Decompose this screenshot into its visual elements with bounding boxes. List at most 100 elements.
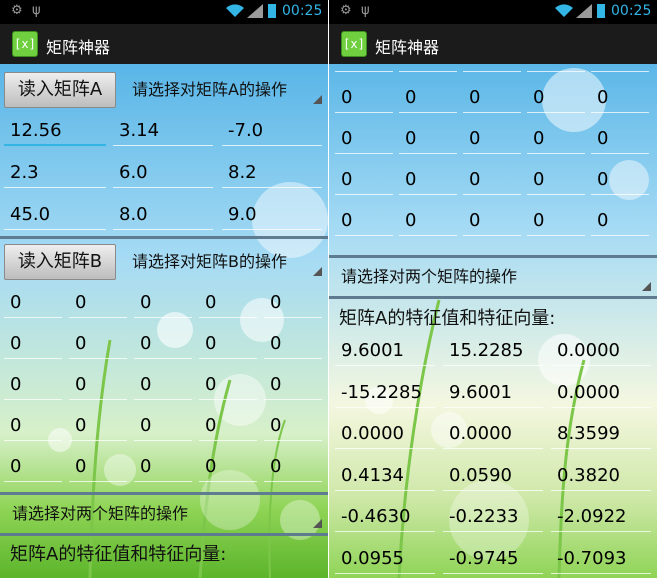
section-divider bbox=[0, 533, 328, 536]
matrix-b-cell[interactable]: 0 bbox=[399, 83, 457, 113]
result-label: 矩阵A的特征值和特征向量: bbox=[339, 308, 556, 329]
result-cell[interactable]: 0.0000 bbox=[551, 378, 651, 408]
matrix-b-cell[interactable]: 0 bbox=[69, 288, 127, 318]
matrix-b-cell[interactable]: 0 bbox=[335, 165, 393, 195]
matrix-b-cell[interactable]: 0 bbox=[399, 206, 457, 236]
matrix-b-cell[interactable]: 0 bbox=[264, 452, 322, 482]
result-cell[interactable]: 9.6001 bbox=[443, 378, 543, 408]
result-cell[interactable]: 9.6001 bbox=[335, 336, 435, 366]
matrix-b-cell[interactable]: 0 bbox=[527, 206, 585, 236]
matrix-b-cell[interactable]: 0 bbox=[199, 411, 257, 441]
matrix-b-cell[interactable]: 0 bbox=[4, 452, 62, 482]
matrix-a-op-spinner[interactable]: 请选择对矩阵A的操作 bbox=[128, 73, 324, 107]
two-matrix-op-spinner[interactable]: 请选择对两个矩阵的操作 bbox=[333, 260, 653, 294]
matrix-b-cell[interactable]: 0 bbox=[134, 370, 192, 400]
matrix-b-cell[interactable]: 0 bbox=[264, 329, 322, 359]
scroll-content[interactable]: 0000000000000000000000000 请选择对两个矩阵的操作 矩阵… bbox=[329, 64, 657, 578]
matrix-b-cell[interactable]: 0 bbox=[264, 288, 322, 318]
matrix-b-cell[interactable]: 0 bbox=[527, 64, 585, 72]
status-time: 00:25 bbox=[611, 3, 652, 19]
matrix-b-cell[interactable]: 0 bbox=[134, 411, 192, 441]
matrix-b-cell[interactable]: 0 bbox=[335, 83, 393, 113]
matrix-b-cell[interactable]: 0 bbox=[463, 64, 521, 72]
matrix-b-cell[interactable]: 0 bbox=[69, 411, 127, 441]
result-cell[interactable]: 0.0000 bbox=[335, 419, 435, 449]
matrix-b-cell[interactable]: 0 bbox=[527, 83, 585, 113]
matrix-b-cell[interactable]: 0 bbox=[4, 288, 62, 318]
matrix-b-cell[interactable]: 0 bbox=[399, 165, 457, 195]
matrix-a-cell[interactable]: 8.0 bbox=[113, 200, 213, 230]
result-cell[interactable]: 0.4134 bbox=[335, 461, 435, 491]
matrix-b-cell[interactable]: 0 bbox=[399, 64, 457, 72]
matrix-a-cell[interactable]: 9.0 bbox=[222, 200, 322, 230]
matrix-b-cell[interactable]: 0 bbox=[134, 452, 192, 482]
spinner-arrow-icon bbox=[642, 282, 651, 291]
matrix-a-cell[interactable]: 6.0 bbox=[113, 158, 213, 188]
spinner-arrow-icon bbox=[313, 95, 322, 104]
matrix-a-cell[interactable]: -7.0 bbox=[222, 116, 322, 146]
result-cell[interactable]: 15.2285 bbox=[443, 336, 543, 366]
load-matrix-a-button[interactable]: 读入矩阵A bbox=[4, 72, 116, 108]
matrix-a-cell[interactable]: 8.2 bbox=[222, 158, 322, 188]
matrix-b-cell[interactable]: 0 bbox=[4, 411, 62, 441]
matrix-b-op-spinner[interactable]: 请选择对矩阵B的操作 bbox=[128, 245, 324, 279]
matrix-b-cell[interactable]: 0 bbox=[69, 329, 127, 359]
matrix-b-cell[interactable]: 0 bbox=[264, 370, 322, 400]
result-cell[interactable]: 0.0000 bbox=[551, 336, 651, 366]
matrix-b-cell[interactable]: 0 bbox=[199, 329, 257, 359]
result-cell[interactable]: -0.2233 bbox=[443, 502, 543, 532]
matrix-b-cell[interactable]: 0 bbox=[4, 370, 62, 400]
status-bar: ⚙ ψ 00:25 bbox=[0, 0, 328, 24]
result-cell[interactable]: -2.0922 bbox=[551, 502, 651, 532]
signal-icon bbox=[576, 4, 592, 18]
matrix-b-cell[interactable]: 0 bbox=[591, 64, 649, 72]
matrix-b-cell[interactable]: 0 bbox=[335, 206, 393, 236]
result-cell[interactable]: -0.7093 bbox=[551, 544, 651, 574]
app-icon: [x] bbox=[341, 31, 367, 57]
matrix-b-cell[interactable]: 0 bbox=[199, 370, 257, 400]
action-bar: [x] 矩阵神器 bbox=[0, 24, 328, 64]
matrix-b-cell[interactable]: 0 bbox=[591, 83, 649, 113]
matrix-b-cell[interactable]: 0 bbox=[527, 165, 585, 195]
matrix-b-cell[interactable]: 0 bbox=[527, 124, 585, 154]
matrix-a-cell[interactable]: 2.3 bbox=[4, 158, 106, 188]
result-cell[interactable]: 8.3599 bbox=[551, 419, 651, 449]
screen-right: ⚙ ψ 00:25 [x] 矩阵神器 000000000000000000000… bbox=[329, 0, 657, 578]
result-cell[interactable]: 0.0955 bbox=[335, 544, 435, 574]
result-cell[interactable]: -15.2285 bbox=[335, 378, 435, 408]
matrix-b-cell[interactable]: 0 bbox=[463, 124, 521, 154]
load-matrix-b-button[interactable]: 读入矩阵B bbox=[4, 244, 116, 280]
matrix-b-cell[interactable]: 0 bbox=[134, 329, 192, 359]
matrix-b-cell[interactable]: 0 bbox=[134, 288, 192, 318]
result-cell[interactable]: 0.3820 bbox=[551, 461, 651, 491]
matrix-b-cell[interactable]: 0 bbox=[264, 411, 322, 441]
two-matrix-op-spinner[interactable]: 请选择对两个矩阵的操作 bbox=[4, 497, 324, 531]
matrix-b-op-placeholder: 请选择对矩阵B的操作 bbox=[132, 252, 287, 271]
status-time: 00:25 bbox=[282, 3, 323, 19]
matrix-b-cell[interactable]: 0 bbox=[4, 329, 62, 359]
result-cell[interactable]: -0.4630 bbox=[335, 502, 435, 532]
screen-left: ⚙ ψ 00:25 [x] 矩阵神器 读入矩阵A 请选择对矩阵A的操作 12.5… bbox=[0, 0, 328, 578]
matrix-b-cell[interactable]: 0 bbox=[591, 165, 649, 195]
matrix-b-cell[interactable]: 0 bbox=[399, 124, 457, 154]
matrix-a-cell[interactable]: 45.0 bbox=[4, 200, 106, 230]
matrix-b-cell[interactable]: 0 bbox=[69, 370, 127, 400]
matrix-b-cell[interactable]: 0 bbox=[463, 83, 521, 113]
matrix-b-cell[interactable]: 0 bbox=[335, 124, 393, 154]
matrix-b-cell[interactable]: 0 bbox=[591, 124, 649, 154]
result-cell[interactable]: 0.0000 bbox=[443, 419, 543, 449]
section-divider bbox=[329, 255, 657, 258]
matrix-b-cell[interactable]: 0 bbox=[463, 206, 521, 236]
result-cell[interactable]: 0.0590 bbox=[443, 461, 543, 491]
matrix-b-cell[interactable]: 0 bbox=[463, 165, 521, 195]
matrix-a-cell[interactable]: 3.14 bbox=[113, 116, 213, 146]
matrix-b-cell[interactable]: 0 bbox=[199, 288, 257, 318]
wifi-icon bbox=[555, 4, 573, 18]
matrix-b-cell[interactable]: 0 bbox=[69, 452, 127, 482]
matrix-a-cell[interactable]: 12.56 bbox=[4, 116, 106, 146]
matrix-b-cell[interactable]: 0 bbox=[199, 452, 257, 482]
matrix-b-cell[interactable]: 0 bbox=[591, 206, 649, 236]
matrix-b-cell[interactable]: 0 bbox=[335, 64, 393, 72]
result-cell[interactable]: -0.9745 bbox=[443, 544, 543, 574]
section-divider bbox=[0, 236, 328, 239]
